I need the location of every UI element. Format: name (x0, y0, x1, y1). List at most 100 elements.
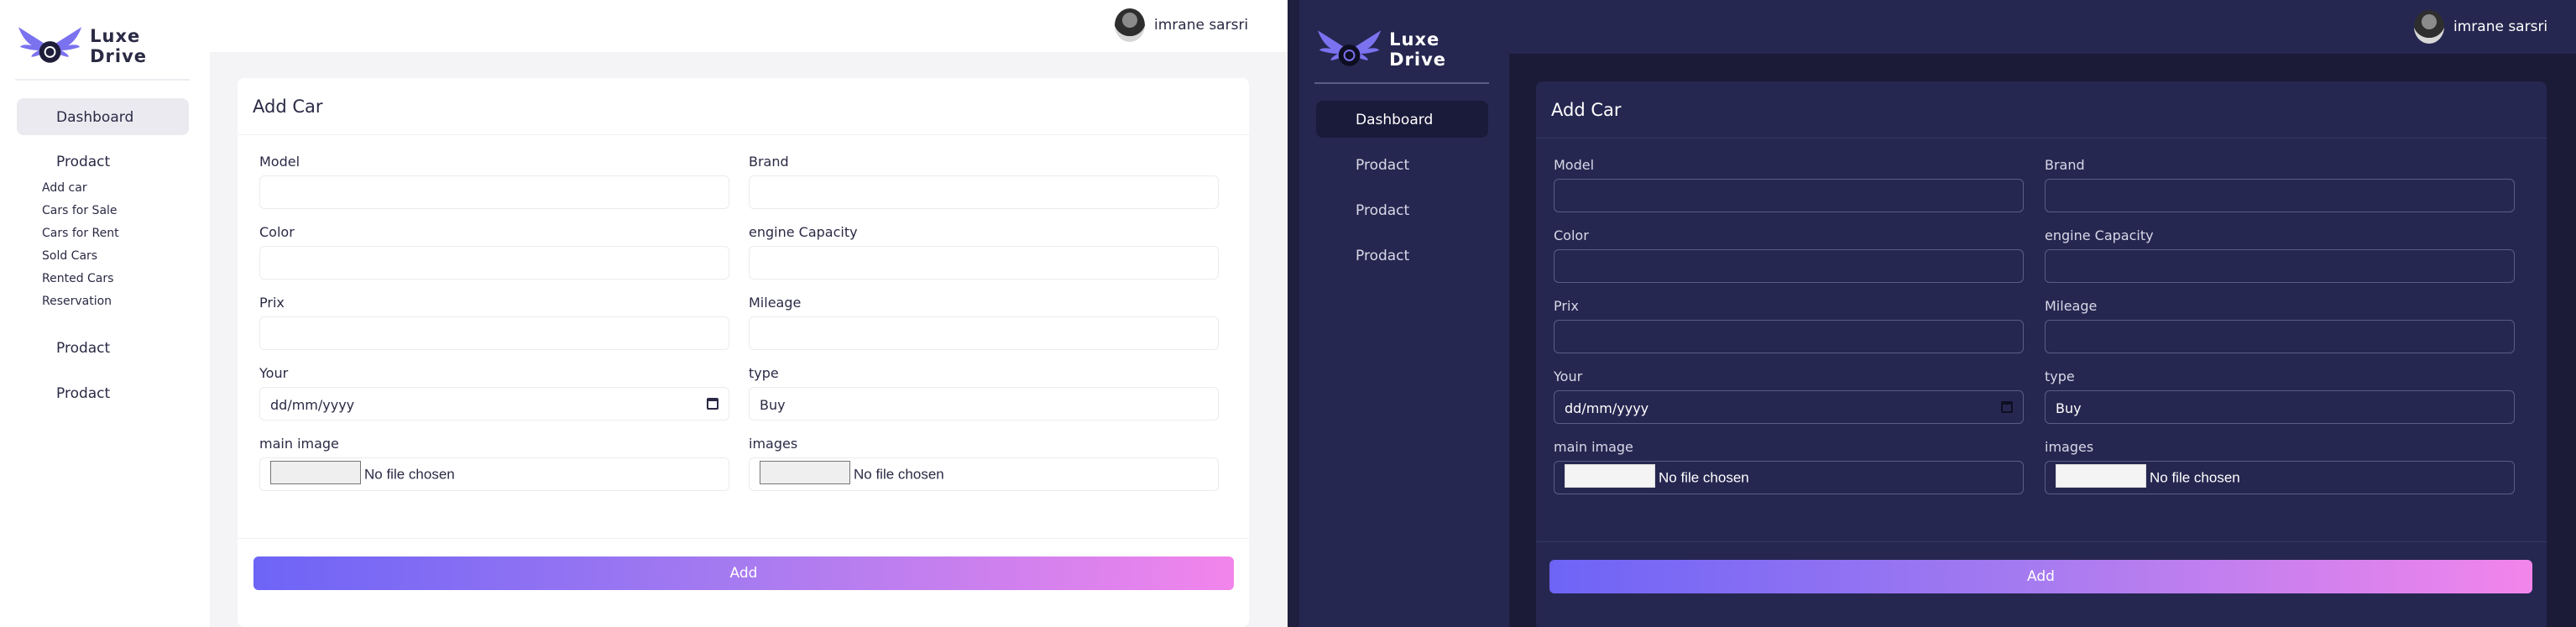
divider (238, 538, 1249, 539)
model-field: Model (1554, 157, 2024, 212)
model-input[interactable] (1554, 179, 2024, 212)
prix-input[interactable] (259, 316, 729, 350)
sidebar-subitem-add-car[interactable]: Add car (42, 181, 87, 195)
prix-field: Prix (1554, 298, 2024, 353)
images-file-input[interactable]: No file chosen (2045, 461, 2515, 494)
engine-capacity-label: engine Capacity (749, 224, 858, 240)
type-value: Buy (760, 397, 786, 413)
brand-label: Brand (749, 154, 789, 170)
sidebar-item-prodact[interactable]: Prodact (1356, 248, 1409, 264)
engine-capacity-field: engine Capacity (2045, 227, 2515, 283)
images-field: images No file chosen (2045, 439, 2515, 494)
model-input[interactable] (259, 175, 729, 209)
file-status: No file chosen (2150, 469, 2240, 486)
choose-file-button[interactable] (760, 461, 850, 484)
type-label: type (749, 365, 779, 381)
brand-field: Brand (2045, 157, 2515, 212)
date-label: Your (1554, 368, 1583, 384)
sidebar-item-prodact[interactable]: Prodact (1356, 202, 1409, 219)
mileage-field: Mileage (749, 295, 1219, 350)
main-image-field: main image No file chosen (1554, 439, 2024, 494)
divider (238, 134, 1249, 135)
mileage-input[interactable] (2045, 320, 2515, 353)
sidebar-subitem-reservation[interactable]: Reservation (42, 295, 112, 308)
choose-file-button[interactable] (2056, 464, 2146, 488)
username[interactable]: imrane sarsri (2453, 18, 2547, 35)
add-car-card: Add Car Model Brand Color engine Capacit… (1536, 81, 2547, 627)
brand-logo[interactable]: Luxe Drive (1314, 25, 1509, 74)
sidebar-item-prodact[interactable]: Prodact (56, 385, 110, 402)
brand-label: Brand (2045, 157, 2085, 173)
main-image-file-input[interactable]: No file chosen (259, 457, 729, 491)
sidebar-subitem-rented-cars[interactable]: Rented Cars (42, 272, 113, 285)
calendar-icon[interactable] (2001, 401, 2013, 413)
calendar-icon[interactable] (707, 398, 718, 410)
divider (1536, 541, 2547, 542)
mileage-field: Mileage (2045, 298, 2515, 353)
color-input[interactable] (259, 246, 729, 280)
images-field: images No file chosen (749, 436, 1219, 491)
prix-label: Prix (1554, 298, 1579, 314)
sidebar-subitem-cars-for-rent[interactable]: Cars for Rent (42, 227, 119, 240)
sidebar-item-dashboard[interactable]: Dashboard (17, 98, 189, 135)
engine-capacity-input[interactable] (749, 246, 1219, 280)
choose-file-button[interactable] (1565, 464, 1655, 488)
sidebar: Luxe Drive Dashboard Prodact Add car Car… (0, 0, 210, 627)
date-placeholder: dd/mm/yyyy (1565, 400, 1649, 416)
images-file-input[interactable]: No file chosen (749, 457, 1219, 491)
color-field: Color (1554, 227, 2024, 283)
date-label: Your (259, 365, 289, 381)
add-car-card: Add Car Model Brand Color engine Capacit… (238, 78, 1249, 627)
main-image-field: main image No file chosen (259, 436, 729, 491)
color-label: Color (259, 224, 295, 240)
type-select[interactable]: Buy (749, 387, 1219, 421)
brand-input[interactable] (749, 175, 1219, 209)
color-field: Color (259, 224, 729, 280)
file-status: No file chosen (1659, 469, 1749, 486)
dark-theme-screen: Luxe Drive Dashboard Prodact Prodact Pro… (1299, 0, 2576, 627)
brand-logo[interactable]: Luxe Drive (15, 22, 210, 71)
mileage-label: Mileage (749, 295, 802, 311)
file-status: No file chosen (364, 466, 455, 483)
engine-capacity-label: engine Capacity (2045, 227, 2154, 243)
avatar[interactable] (1115, 8, 1145, 42)
images-label: images (2045, 439, 2094, 455)
add-button[interactable]: Add (253, 556, 1234, 590)
add-button[interactable]: Add (1549, 560, 2532, 593)
wheel-wings-icon (18, 27, 82, 63)
sidebar-subitem-cars-for-sale[interactable]: Cars for Sale (42, 204, 118, 217)
divider (1314, 82, 1489, 84)
mileage-label: Mileage (2045, 298, 2098, 314)
divider (15, 79, 190, 81)
prix-input[interactable] (1554, 320, 2024, 353)
color-label: Color (1554, 227, 1589, 243)
sidebar-item-prodact[interactable]: Prodact (1356, 157, 1409, 174)
mileage-input[interactable] (749, 316, 1219, 350)
model-field: Model (259, 154, 729, 209)
date-input[interactable]: dd/mm/yyyy (259, 387, 729, 421)
color-input[interactable] (1554, 249, 2024, 283)
username[interactable]: imrane sarsri (1154, 17, 1248, 34)
type-field: type Buy (749, 365, 1219, 421)
sidebar-item-prodact[interactable]: Prodact (56, 340, 110, 357)
type-field: type Buy (2045, 368, 2515, 424)
engine-capacity-field: engine Capacity (749, 224, 1219, 280)
date-field: Your dd/mm/yyyy (1554, 368, 2024, 424)
type-value: Buy (2056, 400, 2082, 416)
prix-label: Prix (259, 295, 285, 311)
type-select[interactable]: Buy (2045, 390, 2515, 424)
model-label: Model (259, 154, 300, 170)
main-image-file-input[interactable]: No file chosen (1554, 461, 2024, 494)
sidebar-item-prodact[interactable]: Prodact (56, 154, 110, 170)
main-image-label: main image (1554, 439, 1633, 455)
engine-capacity-input[interactable] (2045, 249, 2515, 283)
top-bar: imrane sarsri (1509, 0, 2576, 54)
avatar[interactable] (2414, 10, 2444, 44)
choose-file-button[interactable] (270, 461, 361, 484)
date-input[interactable]: dd/mm/yyyy (1554, 390, 2024, 424)
light-theme-screen: Luxe Drive Dashboard Prodact Add car Car… (0, 0, 1288, 627)
sidebar-item-dashboard[interactable]: Dashboard (1316, 101, 1488, 138)
sidebar-subitem-sold-cars[interactable]: Sold Cars (42, 249, 97, 263)
prix-field: Prix (259, 295, 729, 350)
brand-input[interactable] (2045, 179, 2515, 212)
